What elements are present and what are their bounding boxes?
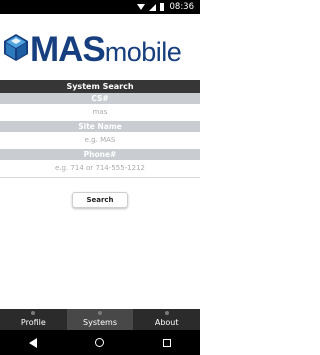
tab-about-label: About [154,318,179,327]
tab-systems-label: Systems [83,318,117,327]
tab-systems[interactable]: Systems [66,309,134,330]
tab-bar: Profile Systems About [0,309,200,330]
recent-apps-icon[interactable] [162,338,171,347]
search-button[interactable]: Search [72,192,128,208]
site-name-label: Site Name [0,121,200,132]
logo: MAS mobile [30,30,182,70]
site-name-input[interactable] [0,132,200,148]
status-bar: 08:36 [0,0,200,14]
logo-cube-icon [4,34,28,61]
logo-mobile: mobile [104,37,182,67]
systems-icon [98,311,102,315]
status-time: 08:36 [169,2,195,12]
home-icon[interactable] [95,338,105,347]
wifi-icon [136,4,145,10]
tab-profile-label: Profile [20,318,46,327]
tab-profile[interactable]: Profile [0,309,67,330]
tab-about[interactable]: About [133,309,200,330]
form-title: System Search [0,80,200,93]
phone-number-label: Phone# [0,149,200,160]
phone-number-input[interactable] [0,160,200,176]
back-icon[interactable] [29,337,38,348]
signal-icon [148,3,156,11]
app-header: MAS mobile [0,14,200,80]
system-nav-bar [0,330,200,355]
profile-icon [31,311,36,315]
about-icon [164,311,169,315]
cs-number-input[interactable] [0,104,200,120]
form-divider [0,177,200,178]
logo-mas: MAS [30,30,106,69]
cs-number-label: CS# [0,93,200,104]
battery-icon [159,3,164,11]
